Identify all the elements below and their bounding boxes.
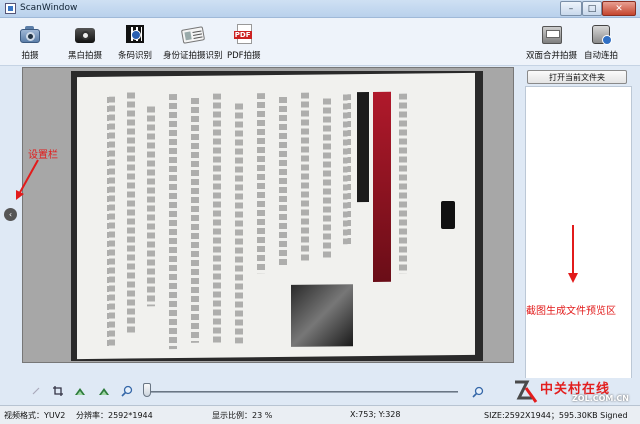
barcode-icon: [123, 22, 147, 46]
watermark-en: ZOL.COM.CN: [572, 394, 629, 403]
crop-icon[interactable]: [52, 385, 64, 397]
preview-arrow: [568, 225, 578, 283]
window-title: ScanWindow: [20, 3, 78, 13]
rotate-right-icon[interactable]: [98, 385, 110, 397]
size-status: SIZE:2592X1944；595.30KB Signed: [484, 411, 628, 420]
scanned-document-image: [71, 71, 483, 361]
resolution-status: 分辨率：2592*1944: [76, 411, 153, 420]
headline-band: [357, 92, 369, 203]
scale-status: 显示比例：23 %: [212, 411, 273, 420]
id-card-label: 身份证拍摄识别: [163, 51, 223, 61]
bw-capture-button[interactable]: 黑白拍摄: [68, 22, 102, 61]
barcode-button[interactable]: 条码识别: [118, 22, 152, 61]
main-toolbar: 拍摄 黑白拍摄 条码识别 身份证拍摄识别 PDF拍摄 双面合并拍摄 自动连拍: [0, 18, 640, 66]
red-banner: [373, 91, 391, 282]
close-button[interactable]: ✕: [602, 1, 636, 16]
document-photo: [291, 284, 353, 347]
title-bar: ScanWindow – □ ✕: [0, 0, 640, 18]
duplex-scan-icon: [540, 22, 564, 46]
zoom-slider-thumb[interactable]: [143, 383, 151, 397]
bw-capture-label: 黑白拍摄: [68, 51, 103, 61]
zol-logo-icon: [515, 380, 538, 403]
auto-shoot-icon: [589, 22, 613, 46]
zol-watermark: 中关村在线 ZOL.COM.CN: [510, 378, 638, 406]
zoom-in-icon[interactable]: [472, 386, 484, 398]
file-preview-panel[interactable]: [525, 86, 632, 392]
minimize-button[interactable]: –: [560, 1, 582, 16]
rotate-icon[interactable]: [30, 385, 42, 397]
id-card-icon: [180, 22, 205, 46]
barcode-label: 条码识别: [118, 51, 153, 61]
video-format-status: 视频格式：YUV2: [4, 411, 66, 420]
zoom-slider-track[interactable]: [146, 391, 458, 393]
document-paper: [77, 72, 475, 360]
auto-shoot-button[interactable]: 自动连拍: [584, 22, 618, 61]
open-folder-button[interactable]: 打开当前文件夹: [527, 70, 627, 84]
app-icon: [5, 3, 16, 14]
status-bar: 视频格式：YUV2 分辨率：2592*1944 显示比例：23 % X:753;…: [0, 405, 640, 424]
settings-toggle-button[interactable]: ‹: [4, 208, 17, 221]
maximize-button[interactable]: □: [582, 1, 602, 16]
id-card-button[interactable]: 身份证拍摄识别: [163, 22, 223, 61]
coords-status: X:753; Y:328: [350, 410, 401, 419]
pdf-capture-button[interactable]: PDF拍摄: [227, 22, 261, 61]
zoom-out-icon[interactable]: [121, 385, 133, 397]
auto-shoot-label: 自动连拍: [584, 51, 619, 61]
duplex-capture-label: 双面合并拍摄: [526, 51, 578, 61]
capture-button[interactable]: 拍摄: [18, 22, 42, 61]
duplex-capture-button[interactable]: 双面合并拍摄: [526, 22, 577, 61]
pdf-icon: [232, 22, 256, 46]
capture-label: 拍摄: [21, 51, 39, 61]
settings-arrow: [16, 159, 39, 200]
bw-camera-icon: [73, 22, 97, 46]
preview-area-annotation: 截图生成文件预览区: [526, 306, 616, 317]
pdf-capture-label: PDF拍摄: [227, 51, 261, 61]
camera-icon: [18, 22, 42, 46]
rotate-left-icon[interactable]: [74, 385, 86, 397]
camera-preview[interactable]: [22, 67, 514, 363]
document-clip: [441, 201, 455, 229]
